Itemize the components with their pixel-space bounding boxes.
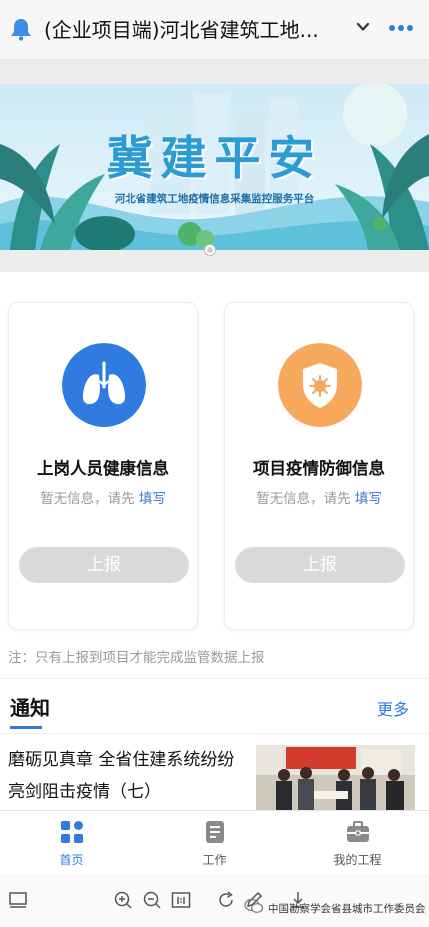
- page-title: (企业项目端)河北省建筑工地...: [44, 18, 319, 42]
- card-desc: 暂无信息，请先 填写: [256, 491, 382, 507]
- fill-link[interactable]: 填写: [139, 491, 166, 507]
- card-title: 项目疫情防御信息: [253, 459, 385, 478]
- banner-image[interactable]: 冀建平安 河北省建筑工地疫情信息采集监控服务平台: [0, 84, 429, 250]
- lungs-icon: [62, 343, 146, 427]
- card-title: 上岗人员健康信息: [37, 459, 169, 478]
- divider: [0, 678, 429, 679]
- toolbox-icon: [346, 821, 369, 842]
- zoom-out-icon[interactable]: [142, 890, 162, 910]
- epidemic-defense-card[interactable]: 项目疫情防御信息 暂无信息，请先 填写 上报: [224, 302, 414, 630]
- bell-icon[interactable]: [10, 17, 32, 41]
- app-header: (企业项目端)河北省建筑工地...: [0, 0, 429, 60]
- news-thumbnail[interactable]: [256, 745, 415, 811]
- more-dots-icon[interactable]: [388, 24, 414, 32]
- carousel-indicator[interactable]: [205, 245, 215, 255]
- tab-my-project[interactable]: 我的工程: [286, 811, 429, 875]
- virus-shield-icon: [278, 343, 362, 427]
- home-grid-icon: [60, 821, 83, 843]
- chevron-down-icon[interactable]: [356, 20, 370, 34]
- bottom-tab-bar: 首页 工作 我的工程: [0, 810, 429, 874]
- report-button[interactable]: 上报: [19, 547, 189, 583]
- zoom-in-icon[interactable]: [113, 890, 133, 910]
- banner-carousel[interactable]: 冀建平安 河北省建筑工地疫情信息采集监控服务平台: [0, 60, 429, 272]
- news-photo: [256, 745, 415, 811]
- health-info-card[interactable]: 上岗人员健康信息 暂无信息，请先 填写 上报: [8, 302, 198, 630]
- rotate-icon[interactable]: [216, 890, 236, 910]
- banner-subtitle: 河北省建筑工地疫情信息采集监控服务平台: [114, 193, 315, 205]
- watermark-text: 中国勘察学会省县城市工作委员会: [268, 903, 426, 915]
- report-button[interactable]: 上报: [235, 547, 405, 583]
- news-item-title[interactable]: 磨砺见真章 全省住建系统纷纷 亮剑阻击疫情（七）: [8, 744, 254, 808]
- layout-icon[interactable]: [8, 890, 28, 910]
- fill-link[interactable]: 填写: [355, 491, 382, 507]
- card-desc: 暂无信息，请先 填写: [40, 491, 166, 507]
- divider: [0, 733, 429, 734]
- heading-underline: [10, 726, 42, 729]
- tab-home[interactable]: 首页: [0, 811, 143, 875]
- work-doc-icon: [205, 821, 224, 843]
- tab-work[interactable]: 工作: [143, 811, 286, 875]
- more-link[interactable]: 更多: [377, 696, 409, 720]
- actual-size-icon[interactable]: [171, 890, 191, 910]
- banner-title: 冀建平安: [106, 131, 323, 185]
- footnote: 注：只有上报到项目才能完成监管数据上报: [8, 650, 265, 666]
- notice-heading: 通知: [10, 696, 50, 720]
- wechat-logo-icon: [244, 898, 264, 913]
